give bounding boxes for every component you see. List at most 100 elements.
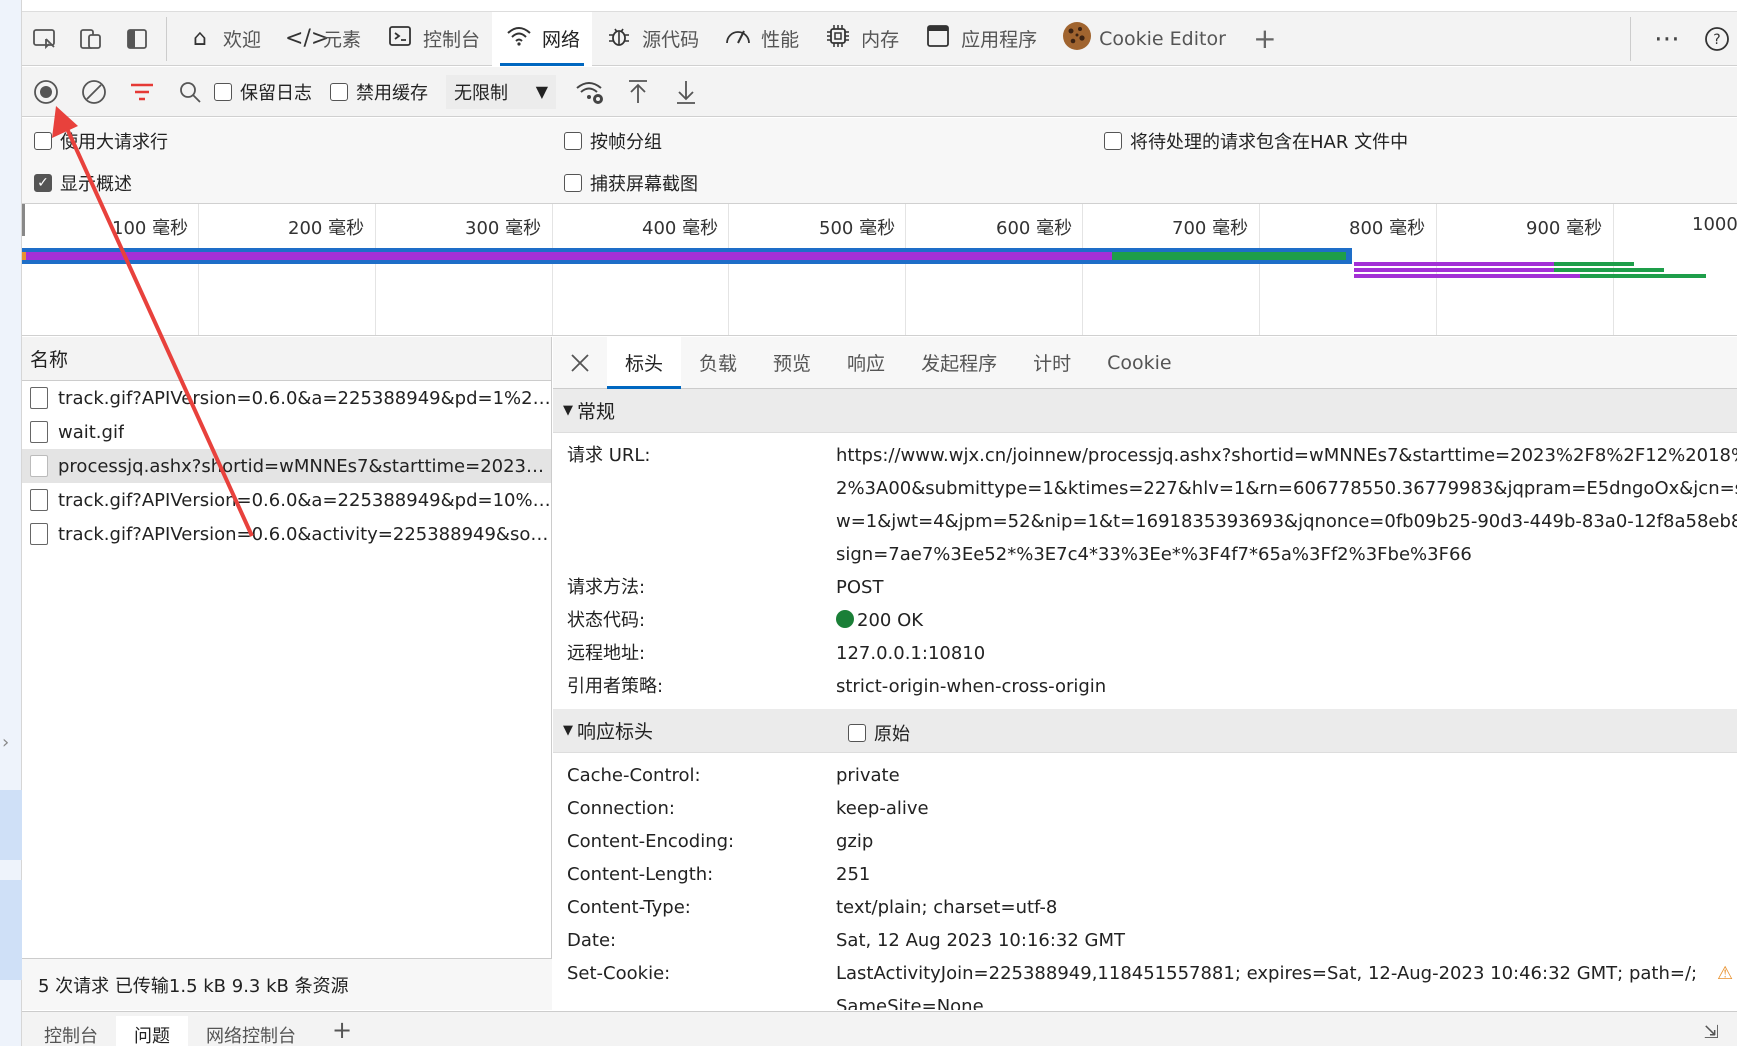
header-row: Content-Length: 251 [553, 858, 1737, 891]
network-conditions-button[interactable] [566, 67, 614, 117]
disable-cache-label: 禁用缓存 [356, 82, 428, 104]
checkbox-box[interactable] [214, 82, 232, 101]
help-icon[interactable]: ? [1697, 12, 1737, 66]
request-row-selected[interactable]: processjq.ashx?shortid=wMNNEs7&starttime… [22, 449, 551, 483]
tab-cookie-editor[interactable]: Cookie Editor [1049, 12, 1238, 66]
tab-label: 响应 [847, 353, 886, 375]
header-row: 状态代码: 200 OK [553, 604, 1737, 637]
tab-label: Cookie Editor [1099, 27, 1226, 50]
tab-elements[interactable]: </> 元素 [273, 12, 373, 66]
tab-application[interactable]: 应用程序 [911, 12, 1049, 66]
include-pending-har-checkbox[interactable]: 将待处理的请求包含在HAR 文件中 [1104, 128, 1408, 154]
capture-screenshots-checkbox[interactable]: 捕获屏幕截图 [564, 170, 698, 196]
network-overview-timeline[interactable]: 100 毫秒 200 毫秒 300 毫秒 400 毫秒 500 毫秒 600 毫… [22, 204, 1737, 336]
header-row: 2%3A00&submittype=1&ktimes=227&hlv=1&rn=… [553, 472, 1737, 505]
export-har-button[interactable] [662, 67, 710, 117]
detail-tab-bar: 标头 负载 预览 响应 发起程序 计时 Cookie [553, 337, 1737, 389]
tab-memory[interactable]: 内存 [811, 12, 911, 66]
dock-side-icon[interactable] [114, 12, 160, 66]
checkbox-box-checked[interactable]: ✓ [34, 174, 52, 192]
more-options-icon[interactable]: ⋯ [1637, 12, 1697, 66]
add-tab-button[interactable]: + [1238, 12, 1292, 66]
checkbox-box[interactable] [34, 132, 52, 150]
header-value: strict-origin-when-cross-origin [836, 676, 1107, 697]
disable-cache-checkbox[interactable]: 禁用缓存 [330, 79, 428, 105]
tab-headers[interactable]: 标头 [607, 337, 682, 389]
request-name: track.gif?APIVersion=0.6.0&a=225388949&p… [58, 489, 551, 511]
tab-label: 应用程序 [961, 29, 1038, 51]
tab-payload[interactable]: 负载 [681, 337, 755, 389]
header-key: Content-Length: [567, 864, 714, 885]
tab-label: 内存 [861, 29, 900, 51]
clear-button[interactable] [70, 67, 118, 117]
tab-initiator[interactable]: 发起程序 [903, 337, 1015, 389]
tab-preview[interactable]: 预览 [755, 337, 829, 389]
checkbox-box[interactable] [564, 174, 582, 192]
drawer-tab-issues[interactable]: 问题 [116, 1016, 188, 1046]
drawer-tab-network-console[interactable]: 网络控制台 [188, 1016, 314, 1046]
tab-cookies[interactable]: Cookie [1089, 337, 1190, 389]
general-section-header[interactable]: ▼ 常规 [553, 389, 1737, 433]
window-icon [923, 24, 953, 54]
header-key [553, 472, 836, 505]
header-key [553, 505, 836, 538]
tab-label: 网络控制台 [206, 1026, 296, 1046]
response-headers-section-header[interactable]: ▼ 响应标头 原始 [553, 709, 1737, 753]
search-button[interactable] [166, 67, 214, 117]
throttle-select[interactable]: 无限制 ▼ [446, 74, 556, 109]
tab-timing[interactable]: 计时 [1015, 337, 1089, 389]
header-key: 请求方法: [567, 577, 646, 598]
request-row[interactable]: track.gif?APIVersion=0.6.0&a=225388949&p… [22, 381, 551, 415]
request-row[interactable]: track.gif?APIVersion=0.6.0&activity=2253… [22, 517, 551, 551]
close-detail-button[interactable] [553, 337, 607, 389]
header-key: Connection: [567, 798, 675, 819]
checkbox-box[interactable] [330, 82, 348, 101]
timeline-gridline [375, 204, 376, 335]
add-drawer-tab-button[interactable]: + [314, 1016, 370, 1046]
inspect-element-icon[interactable] [22, 12, 68, 66]
preserve-log-checkbox[interactable]: 保留日志 [214, 79, 312, 105]
header-row: 请求方法: POST [553, 571, 1737, 604]
network-toolbar: 保留日志 禁用缓存 无限制 ▼ [22, 67, 1737, 117]
header-value: private [836, 765, 900, 786]
warning-icon[interactable]: ⚠ [1717, 957, 1733, 990]
tab-console[interactable]: 控制台 [373, 12, 492, 66]
cookie-icon [1061, 20, 1092, 58]
tab-network[interactable]: 网络 [492, 11, 593, 66]
timeline-tick-label: 900 毫秒 [1526, 218, 1603, 239]
group-by-frame-checkbox[interactable]: 按帧分组 [564, 128, 662, 154]
checkbox-box[interactable] [848, 724, 866, 742]
request-row[interactable]: wait.gif [22, 415, 551, 449]
file-icon [30, 455, 48, 477]
large-rows-checkbox[interactable]: 使用大请求行 [34, 128, 168, 154]
raw-headers-checkbox[interactable]: 原始 [848, 720, 910, 746]
response-headers-section: Cache-Control: private Connection: keep-al… [553, 753, 1737, 1010]
timeline-start-handle[interactable] [22, 204, 25, 236]
checkbox-box[interactable] [564, 132, 582, 150]
tab-sources[interactable]: 源代码 [592, 12, 711, 66]
summary-text: 5 次请求 已传输1.5 kB 9.3 kB 条资源 [38, 975, 349, 997]
dock-drawer-icon[interactable]: ⇲ [1686, 1016, 1737, 1046]
drawer-tab-console[interactable]: 控制台 [26, 1016, 116, 1046]
header-value: keep-alive [836, 798, 929, 819]
column-header-name[interactable]: 名称 [22, 337, 551, 381]
divider [1630, 16, 1631, 61]
show-overview-checkbox[interactable]: ✓ 显示概述 [34, 170, 132, 196]
tab-performance[interactable]: 性能 [711, 12, 811, 66]
chevron-right-icon[interactable]: › [2, 732, 9, 753]
header-row: SameSite=None [553, 990, 1737, 1010]
header-value: 127.0.0.1:10810 [836, 643, 986, 664]
timeline-gridline [728, 204, 729, 335]
filter-button[interactable] [118, 67, 166, 117]
gauge-icon [723, 25, 753, 53]
tab-response[interactable]: 响应 [829, 337, 903, 389]
header-key [553, 538, 836, 571]
status-summary: 5 次请求 已传输1.5 kB 9.3 kB 条资源 [22, 958, 552, 1010]
checkbox-box[interactable] [1104, 132, 1122, 150]
timeline-gridline [905, 204, 906, 335]
import-har-button[interactable] [614, 67, 662, 117]
record-button[interactable] [22, 67, 70, 117]
request-row[interactable]: track.gif?APIVersion=0.6.0&a=225388949&p… [22, 483, 551, 517]
device-emulation-icon[interactable] [68, 12, 114, 66]
tab-welcome[interactable]: ⌂ 欢迎 [173, 12, 273, 66]
